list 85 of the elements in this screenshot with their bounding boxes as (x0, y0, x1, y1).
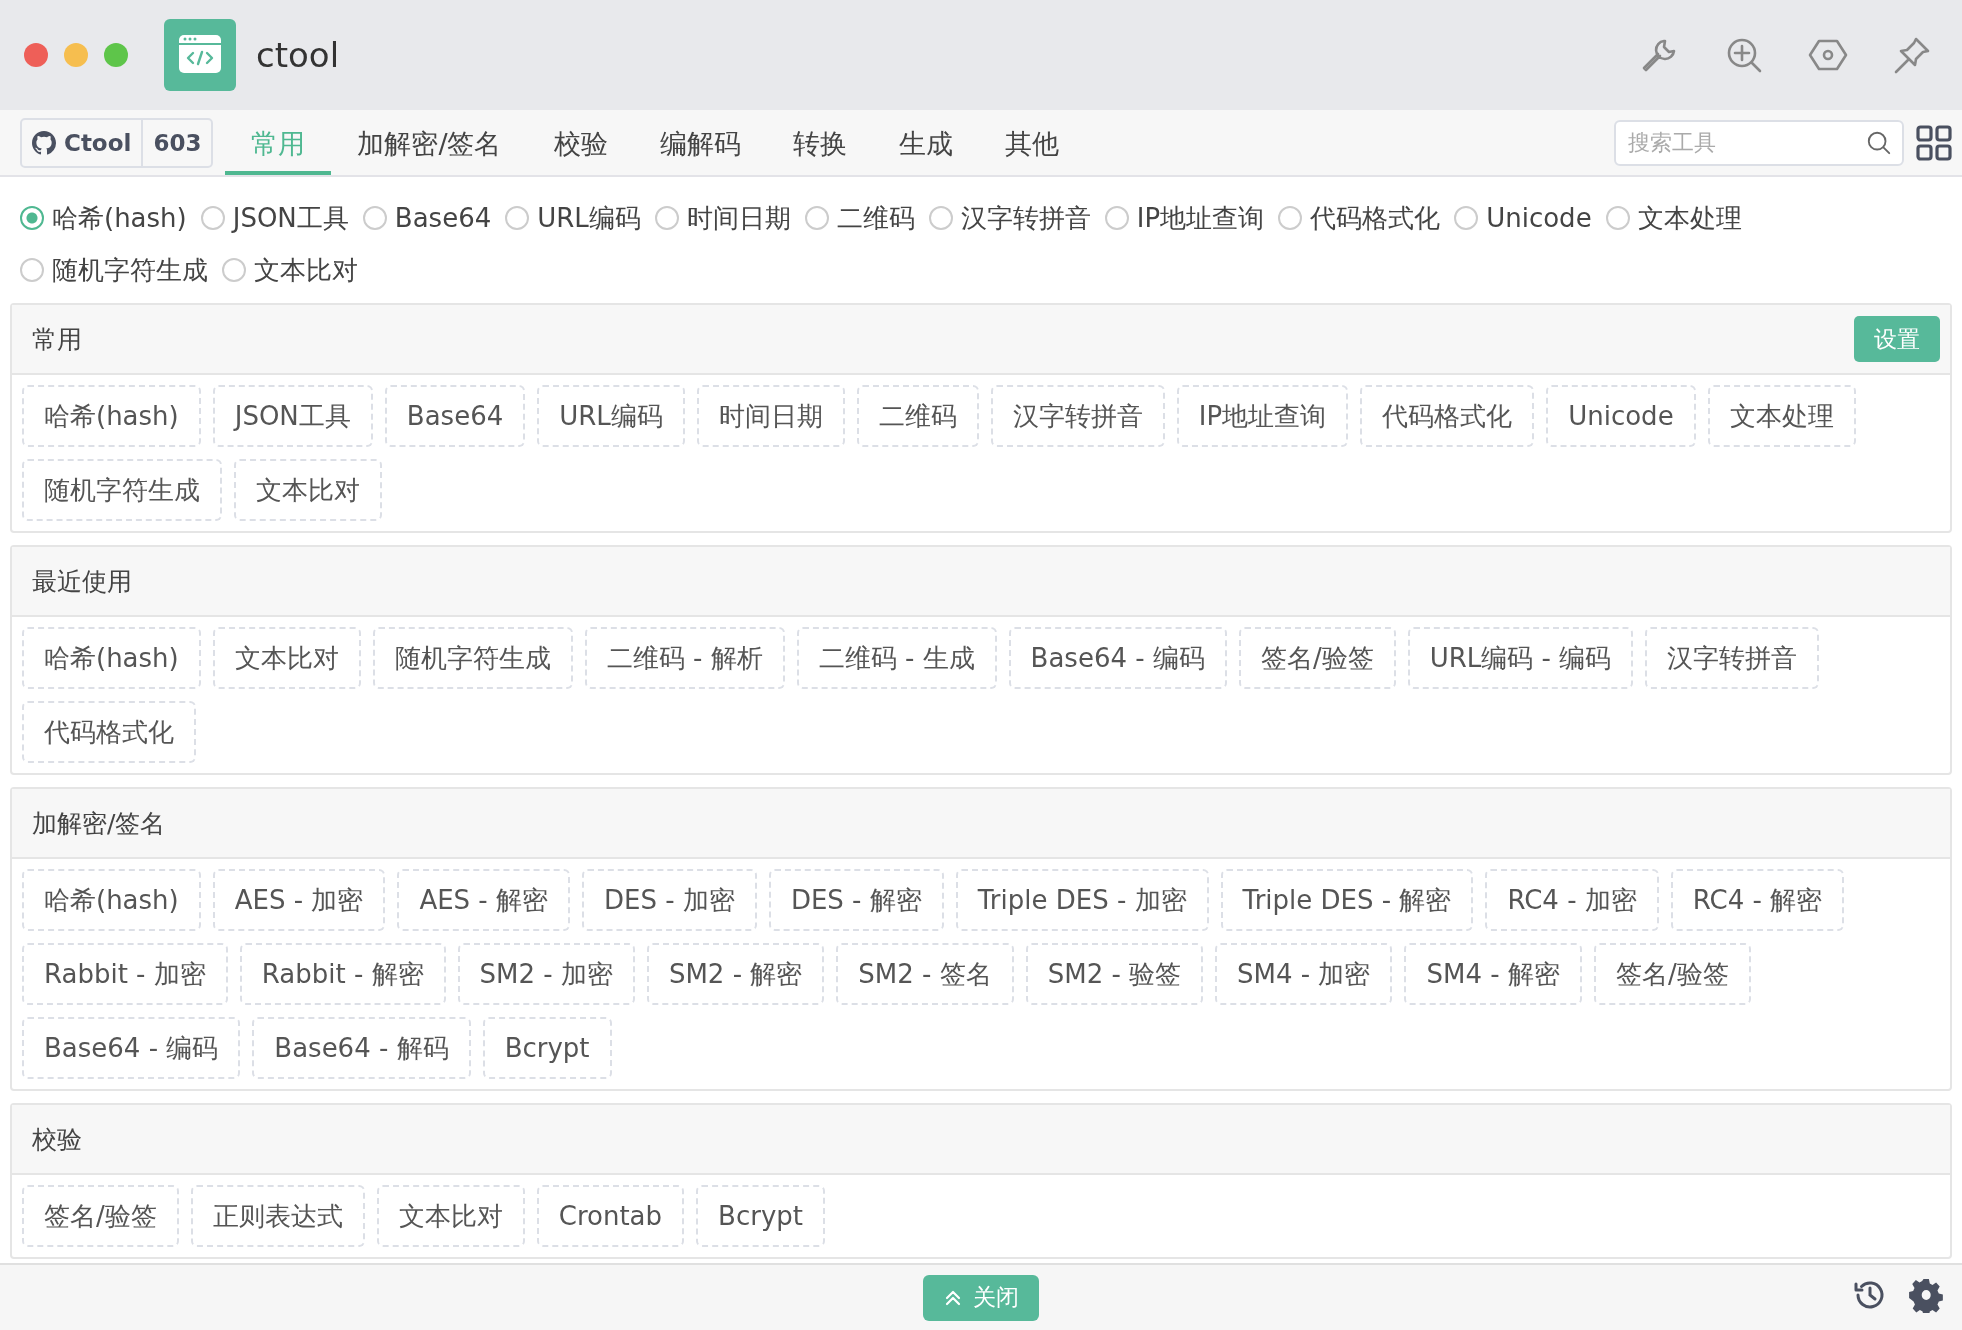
category-radio[interactable]: 汉字转拼音 (928, 199, 1091, 237)
tool-button[interactable]: 随机字符生成 (372, 627, 573, 689)
tool-button[interactable]: URL编码 (537, 385, 685, 447)
tool-button[interactable]: SM2 - 签名 (836, 943, 1014, 1005)
category-radio[interactable]: Base64 (362, 199, 492, 237)
tool-button[interactable]: 哈希(hash) (22, 385, 201, 447)
app-logo-icon (164, 19, 236, 91)
tool-button[interactable]: 二维码 - 解析 (584, 627, 785, 689)
tool-button[interactable]: URL编码 - 编码 (1407, 627, 1634, 689)
tool-button[interactable]: 文本比对 (376, 1185, 525, 1247)
tool-button[interactable]: 正则表达式 (190, 1185, 365, 1247)
star-count: 603 (152, 128, 203, 158)
tool-button[interactable]: Base64 - 编码 (22, 1017, 241, 1079)
tool-button[interactable]: 文本比对 (234, 459, 382, 521)
section-title: 校验 (32, 1123, 83, 1156)
tool-button[interactable]: SM4 - 解密 (1404, 943, 1582, 1005)
tab[interactable]: 校验 (527, 110, 634, 175)
category-radio[interactable]: IP地址查询 (1104, 199, 1265, 237)
tool-button[interactable]: 签名/验签 (1238, 627, 1396, 689)
tool-button[interactable]: 随机字符生成 (22, 459, 222, 521)
tool-button[interactable]: Triple DES - 加密 (955, 869, 1209, 931)
tool-button[interactable]: 二维码 - 生成 (796, 627, 997, 689)
tool-button[interactable]: 代码格式化 (1360, 385, 1535, 447)
tool-button[interactable]: 二维码 (856, 385, 979, 447)
tool-button[interactable]: DES - 解密 (768, 869, 944, 931)
category-radio[interactable]: 代码格式化 (1278, 199, 1441, 237)
category-radio[interactable]: 二维码 (804, 199, 915, 237)
github-label: Ctool (64, 129, 132, 156)
tool-button[interactable]: SM4 - 加密 (1215, 943, 1393, 1005)
tool-button[interactable]: AES - 解密 (397, 869, 570, 931)
category-radio[interactable]: 随机字符生成 (20, 251, 208, 289)
grid-icon[interactable] (1916, 124, 1952, 161)
category-radio[interactable]: 哈希(hash) (20, 199, 187, 237)
tool-button[interactable]: SM2 - 加密 (457, 943, 635, 1005)
tool-button[interactable]: Bcrypt (482, 1017, 612, 1079)
github-badge[interactable]: Ctool 603 (20, 117, 214, 168)
section-title: 常用 (32, 323, 83, 356)
window-title: ctool (256, 35, 340, 75)
close-window-button[interactable] (24, 43, 48, 67)
tool-button[interactable]: Base64 (384, 385, 526, 447)
tool-button[interactable]: SM2 - 解密 (646, 943, 825, 1005)
search-field[interactable]: 搜索工具 (1614, 119, 1904, 166)
tool-button[interactable]: Base64 - 解码 (252, 1017, 471, 1079)
tool-button[interactable]: 时间日期 (696, 385, 845, 447)
tool-button[interactable]: IP地址查询 (1176, 385, 1349, 447)
tab[interactable]: 其他 (978, 110, 1085, 175)
tool-button[interactable]: SM2 - 验签 (1025, 943, 1204, 1005)
section-title: 加解密/签名 (32, 807, 167, 840)
maximize-window-button[interactable] (104, 43, 128, 67)
category-radio[interactable]: URL编码 (505, 199, 641, 237)
category-radio[interactable]: 文本处理 (1605, 199, 1742, 237)
tool-button[interactable]: 文本处理 (1707, 385, 1856, 447)
github-icon (32, 130, 56, 155)
tool-button[interactable]: Rabbit - 解密 (239, 943, 446, 1005)
tool-button[interactable]: DES - 加密 (582, 869, 757, 931)
tab[interactable]: 加解密/签名 (331, 110, 528, 175)
search-icon (1866, 129, 1892, 156)
tool-button[interactable]: Triple DES - 解密 (1220, 869, 1474, 931)
tool-button[interactable]: 汉字转拼音 (1645, 627, 1820, 689)
tool-button[interactable]: Crontab (536, 1185, 685, 1247)
tool-button[interactable]: Bcrypt (696, 1185, 825, 1247)
tool-button[interactable]: 签名/验签 (22, 1185, 179, 1247)
tab[interactable]: 转换 (766, 110, 873, 175)
tool-button[interactable]: RC4 - 解密 (1670, 869, 1845, 931)
tool-button[interactable]: 哈希(hash) (22, 869, 201, 931)
tab[interactable]: 生成 (872, 110, 979, 175)
tab[interactable]: 编解码 (633, 110, 767, 175)
section-title: 最近使用 (32, 565, 133, 598)
tool-button[interactable]: 哈希(hash) (22, 627, 201, 689)
tool-button[interactable]: Rabbit - 加密 (22, 943, 228, 1005)
tool-button[interactable]: 文本比对 (212, 627, 361, 689)
tool-button[interactable]: 汉字转拼音 (990, 385, 1165, 447)
category-radio[interactable]: 文本比对 (222, 251, 358, 289)
tool-button[interactable]: RC4 - 加密 (1485, 869, 1659, 931)
pin-icon[interactable] (1892, 35, 1932, 75)
tool-button[interactable]: AES - 加密 (212, 869, 386, 931)
tool-button[interactable]: JSON工具 (212, 385, 373, 447)
tool-button[interactable]: 代码格式化 (22, 701, 196, 763)
tool-button[interactable]: Unicode (1546, 385, 1696, 447)
tool-button[interactable]: Base64 - 编码 (1008, 627, 1227, 689)
category-radio[interactable]: 时间日期 (654, 199, 791, 237)
settings-icon[interactable] (1908, 1277, 1944, 1313)
category-radio[interactable]: JSON工具 (200, 199, 349, 237)
tool-button[interactable]: 签名/验签 (1593, 943, 1751, 1005)
category-radio[interactable]: Unicode (1454, 199, 1592, 237)
